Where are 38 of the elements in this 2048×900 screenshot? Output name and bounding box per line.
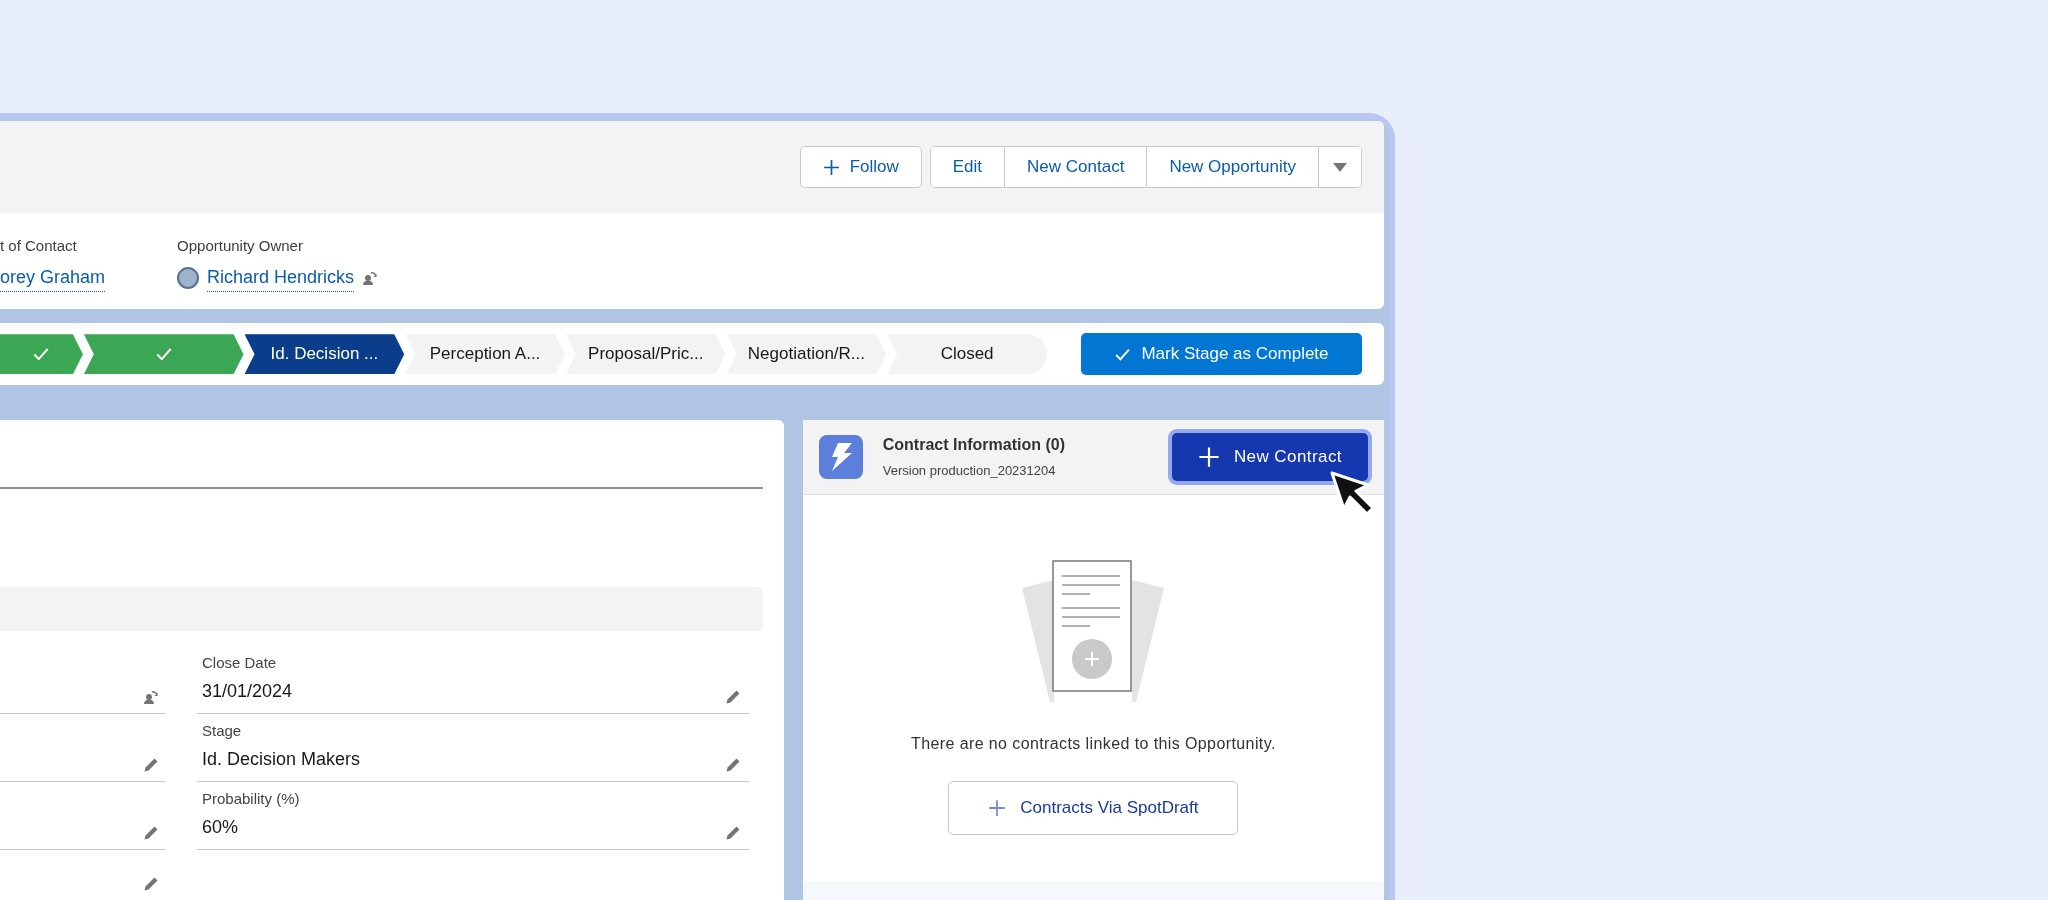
version-text: Version production_20231204 xyxy=(882,462,1057,481)
pencil-icon[interactable] xyxy=(725,689,741,705)
path-stage[interactable]: Proposal/Pric... xyxy=(565,334,726,375)
pencil-icon[interactable] xyxy=(143,825,159,841)
plus-icon xyxy=(988,799,1007,817)
avatar-icon xyxy=(177,266,200,289)
pencil-icon[interactable] xyxy=(725,825,741,841)
action-button[interactable]: Edit xyxy=(930,147,1006,187)
path-stage[interactable]: Id. Decision ... xyxy=(244,334,405,375)
path-stage[interactable] xyxy=(83,334,244,375)
path-stage[interactable]: Perception A... xyxy=(405,334,565,375)
path-stage[interactable] xyxy=(0,334,83,375)
field-value: 60% xyxy=(202,816,240,839)
path-stage[interactable]: Negotiation/R... xyxy=(726,334,887,375)
follow-button[interactable]: Follow xyxy=(799,146,922,188)
plus-icon xyxy=(822,158,840,176)
empty-state-text: There are no contracts linked to this Opportunity. xyxy=(911,734,1276,754)
person-icon[interactable] xyxy=(362,269,379,286)
person-icon[interactable] xyxy=(143,689,159,705)
record-link[interactable]: orey Graham xyxy=(0,263,106,292)
field-label: Probability (%) xyxy=(202,788,300,809)
field-value: Id. Decision Makers xyxy=(202,748,361,771)
field-value: 31/01/2024 xyxy=(202,680,293,703)
pencil-icon[interactable] xyxy=(725,757,741,773)
field-label: t of Contact xyxy=(0,236,78,256)
mark-complete-button[interactable]: Mark Stage as Complete xyxy=(1081,333,1362,376)
caret-icon xyxy=(1333,162,1347,172)
contracts-button[interactable]: Contracts Via SpotDraft xyxy=(948,781,1239,835)
panel-title: Contract Information (0) xyxy=(882,435,1065,456)
field-label: Stage xyxy=(202,720,243,741)
plus-icon xyxy=(1197,446,1220,468)
pencil-icon[interactable] xyxy=(143,757,159,773)
record-link[interactable]: Richard Hendricks xyxy=(207,263,355,292)
pencil-icon[interactable] xyxy=(143,876,159,892)
field-label: Close Date xyxy=(202,652,278,673)
app-logo-icon xyxy=(818,435,863,479)
field-label: Opportunity Owner xyxy=(177,236,304,256)
path-stage[interactable]: Closed xyxy=(887,334,1047,375)
